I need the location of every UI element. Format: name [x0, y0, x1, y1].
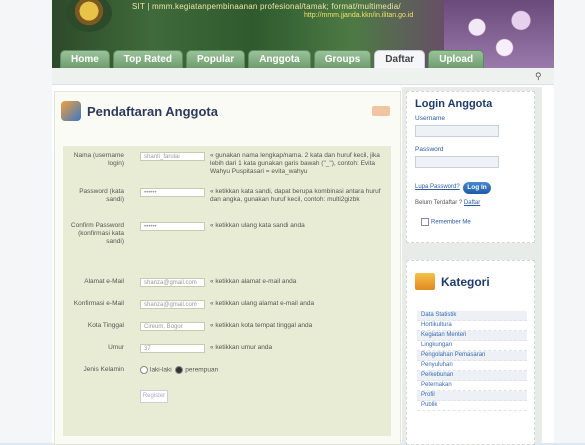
login-username-input[interactable] [415, 125, 499, 137]
city-input[interactable]: Cireum, Bogor [140, 322, 205, 331]
tab-home[interactable]: Home [60, 50, 110, 68]
category-item[interactable]: Hortikultura [417, 321, 527, 331]
category-title: Kategori [441, 274, 490, 289]
tab-anggota[interactable]: Anggota [248, 50, 311, 68]
remember-me[interactable]: Remember Me [421, 218, 471, 226]
confirm-password-input[interactable]: •••••• [140, 222, 205, 231]
field-hint: « ketikkan ulang alamat e-mail anda [210, 300, 315, 307]
field-label: Nama (username login) [73, 152, 124, 167]
field-label: Kota Tinggal [87, 322, 124, 329]
tab-upload[interactable]: Upload [428, 50, 485, 68]
not-registered-text: Belum Terdaftar ? Daftar [415, 200, 480, 206]
registration-form: Nama (username login) shanti_farulai « g… [63, 146, 391, 436]
login-button[interactable]: Log In [463, 182, 491, 194]
login-box: Login Anggota Username Password Lupa Pas… [406, 91, 535, 243]
username-input[interactable]: shanti_farulai [140, 152, 205, 161]
register-link[interactable]: Daftar [464, 200, 480, 206]
lost-password-link[interactable]: Lupa Password? [415, 184, 460, 190]
site-url: http://mmm.jjanda.kkn/in.ilitan.go.id [304, 12, 414, 19]
radio-female-label: perempuan [185, 366, 219, 374]
folder-icon [415, 273, 435, 290]
remember-label: Remember Me [431, 219, 471, 226]
rss-icon[interactable] [372, 106, 390, 116]
field-label: Umur [108, 344, 124, 351]
gender-options: laki-laki perempuan [140, 366, 218, 375]
category-item[interactable]: Pengolahan Pemasaran [417, 351, 527, 361]
tab-top-rated[interactable]: Top Rated [112, 50, 183, 68]
toolbar-strip [52, 68, 554, 85]
password-label: Password [415, 146, 444, 153]
age-input[interactable]: 37 [140, 344, 205, 353]
field-hint: « ketikkan alamat e-mail anda [210, 278, 297, 285]
field-hint: « ketikkan ulang kata sandi anda [210, 222, 305, 229]
search-icon[interactable]: ⚲ [535, 71, 545, 81]
field-label: Password (kata sandi) [79, 188, 124, 203]
category-item[interactable]: Lingkungan [417, 341, 527, 351]
tab-daftar[interactable]: Daftar [374, 50, 426, 68]
category-item[interactable]: Profil [417, 391, 527, 401]
field-hint: « ketikkan kota tempat tinggal anda [210, 322, 313, 329]
password-input[interactable]: •••••• [140, 188, 205, 197]
field-label: Konfirmasi e-Mail [73, 300, 124, 307]
category-item[interactable]: Data Statistik [417, 311, 527, 321]
radio-male[interactable] [140, 366, 148, 374]
category-item[interactable]: Kegiatan Menteri [417, 331, 527, 341]
category-item[interactable]: Peternakan [417, 381, 527, 391]
category-item[interactable]: Publik [417, 401, 527, 411]
card-header: Pendaftaran Anggota [61, 100, 218, 122]
field-label: Jenis Kelamin [83, 366, 124, 373]
confirm-email-input[interactable]: shanza@gmail.com [140, 300, 205, 309]
username-label: Username [415, 115, 445, 122]
email-input[interactable]: shanza@gmail.com [140, 278, 205, 287]
nav-tabs: Home Top Rated Popular Anggota Groups Da… [60, 50, 485, 68]
field-hint: « ketikkan kata sandi, dapat berupa komb… [210, 188, 381, 203]
registration-card: Pendaftaran Anggota Nama (username login… [54, 91, 401, 445]
tab-popular[interactable]: Popular [185, 50, 246, 68]
not-registered-label: Belum Terdaftar ? [415, 200, 463, 206]
site-title: SIT | mmm.kegiatanpembinaanan profesiona… [132, 2, 401, 11]
remember-checkbox[interactable] [421, 218, 429, 226]
register-button[interactable]: Register [140, 390, 168, 403]
category-box: Kategori Data Statistik Hortikultura Keg… [406, 260, 535, 445]
login-title: Login Anggota [415, 98, 493, 110]
field-label: Alamat e-Mail [84, 278, 124, 285]
login-password-input[interactable] [415, 156, 499, 168]
radio-male-label: laki-laki [150, 366, 172, 374]
category-header: Kategori [415, 273, 490, 290]
tab-groups[interactable]: Groups [313, 50, 372, 68]
field-hint: « ketikkan umur anda [210, 344, 273, 351]
radio-female[interactable] [175, 366, 184, 374]
page-title: Pendaftaran Anggota [87, 103, 218, 119]
field-hint: « gunakan nama lengkap/nama. 2 kata dan … [210, 152, 380, 175]
category-item[interactable]: Penyuluhan [417, 361, 527, 371]
category-item[interactable]: Perkebunan [417, 371, 527, 381]
ministry-logo-icon [66, 0, 112, 32]
category-list: Data Statistik Hortikultura Kegiatan Men… [417, 311, 527, 411]
field-label: Confirm Password (konfirmasi kata sandi) [70, 222, 124, 245]
users-icon [61, 101, 81, 121]
